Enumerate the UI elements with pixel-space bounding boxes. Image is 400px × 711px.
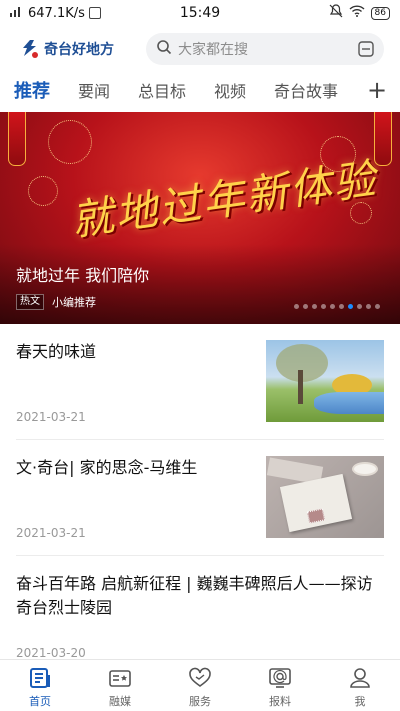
app-name: 奇台好地方 [44,42,114,58]
tree-decoration [298,370,303,404]
app-header: 奇台好地方 大家都在搜 [0,30,400,68]
search-placeholder: 大家都在搜 [178,42,248,58]
news-thumbnail [266,456,384,538]
carousel-dot[interactable] [312,304,317,309]
carousel-dot[interactable] [339,304,344,309]
search-bar[interactable]: 大家都在搜 [146,33,384,65]
carousel-dot[interactable] [366,304,371,309]
carousel-dot[interactable] [357,304,362,309]
tab-recommend[interactable]: 推荐 [14,77,50,103]
carousel-dot[interactable] [303,304,308,309]
banner-meta: 热文 小编推荐 [16,294,96,310]
firework-decoration [48,120,92,164]
notification-icon [88,7,101,19]
tab-qitai-stories[interactable]: 奇台故事 [274,78,338,102]
tab-goals[interactable]: 总目标 [138,78,186,102]
bottom-nav: 首页 融媒 服务 报料 我 [0,659,400,711]
status-bar: 647.1K/s 15:49 86 [0,0,400,26]
nav-label: 报料 [269,695,291,708]
scan-icon[interactable] [356,39,376,59]
carousel-dot[interactable] [375,304,380,309]
news-title: 春天的味道 [16,342,97,361]
report-icon [268,666,292,690]
news-item[interactable]: 奋斗百年路 启航新征程 | 巍巍丰碑照后人——探访奇台烈士陵园 2021-03-… [16,572,384,672]
add-channel-button[interactable]: + [364,74,390,106]
news-item[interactable]: 文·奇台| 家的思念-马维生 2021-03-21 [16,456,384,556]
carousel-dot[interactable] [294,304,299,309]
carousel-indicator [294,304,380,309]
nav-label: 服务 [189,695,211,708]
banner-source: 小编推荐 [52,296,96,309]
channel-tabs: 推荐 要闻 总目标 视频 奇台故事 + [0,72,400,108]
tab-video[interactable]: 视频 [214,78,246,102]
search-icon [156,39,172,59]
network-speed: 647.1K/s [28,5,85,21]
logo-icon [20,38,40,60]
carousel-dot[interactable] [321,304,326,309]
wifi-icon [349,5,365,21]
battery-icon: 86 [370,6,390,20]
nav-label: 首页 [29,695,51,708]
news-thumbnail [266,340,384,422]
banner-art-text: 就地过年新体验 [68,153,381,246]
news-date: 2021-03-21 [16,410,86,424]
news-item[interactable]: 春天的味道 2021-03-21 [16,340,384,440]
news-date: 2021-03-20 [16,646,86,660]
news-title: 奋斗百年路 启航新征程 | 巍巍丰碑照后人——探访奇台烈士陵园 [16,574,373,617]
envelope-decoration [279,473,353,533]
nav-label: 融媒 [109,695,131,708]
status-left: 647.1K/s [10,5,101,21]
news-date: 2021-03-21 [16,526,86,540]
home-icon [28,666,52,690]
media-icon [108,666,132,690]
featured-banner[interactable]: 就地过年新体验 就地过年 我们陪你 热文 小编推荐 [0,112,400,324]
lantern-icon [374,112,392,166]
carousel-dot-active[interactable] [348,304,353,309]
cup-decoration [352,462,378,476]
news-title: 文·奇台| 家的思念-马维生 [16,458,198,477]
firework-decoration [28,176,58,206]
nav-report[interactable]: 报料 [240,660,320,711]
nav-profile[interactable]: 我 [320,660,400,711]
service-heart-icon [188,666,212,690]
carousel-dot[interactable] [330,304,335,309]
nav-label: 我 [354,695,366,708]
pond-decoration [314,392,384,414]
banner-title: 就地过年 我们陪你 [16,266,150,285]
nav-service[interactable]: 服务 [160,660,240,711]
lantern-icon [8,112,26,166]
nav-home[interactable]: 首页 [0,660,80,711]
signal-icon [10,5,24,21]
app-logo[interactable]: 奇台好地方 [20,38,140,60]
hot-tag: 热文 [16,294,44,310]
profile-icon [348,666,372,690]
status-right: 86 [329,4,390,22]
nav-media[interactable]: 融媒 [80,660,160,711]
mute-icon [329,4,343,22]
tab-headlines[interactable]: 要闻 [78,78,110,102]
